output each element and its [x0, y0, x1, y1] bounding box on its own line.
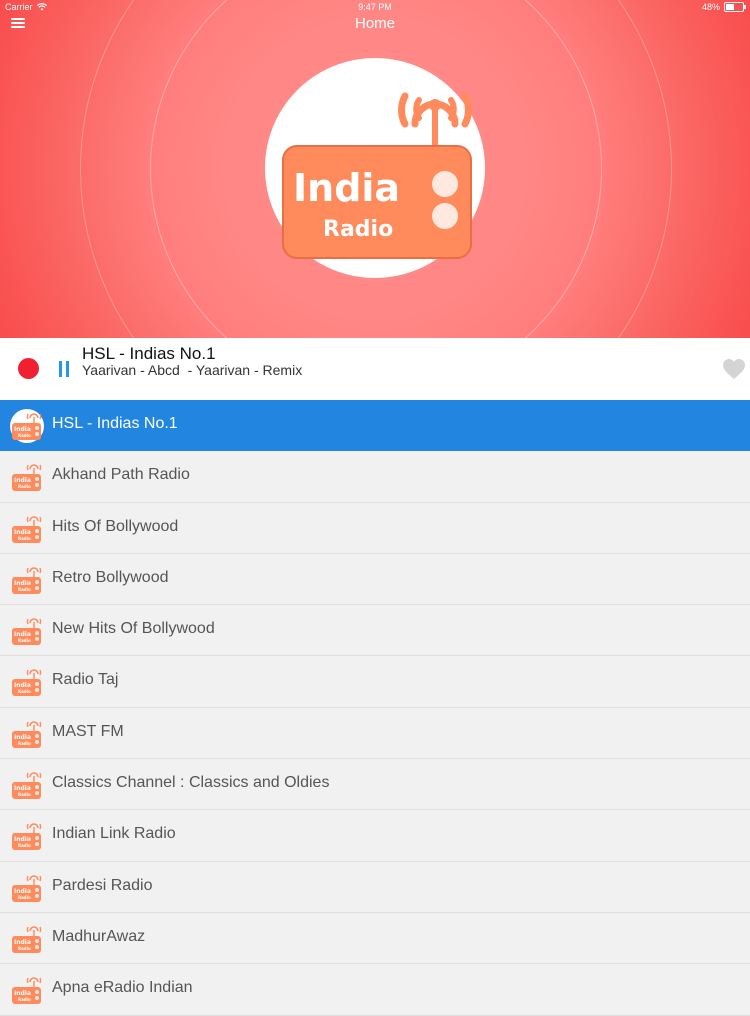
station-name: Apna eRadio Indian: [52, 979, 193, 997]
station-row[interactable]: India Radio Classics Channel : Classics …: [0, 759, 750, 811]
svg-text:Radio: Radio: [18, 895, 31, 900]
station-name: Indian Link Radio: [52, 825, 176, 843]
svg-text:India: India: [14, 426, 31, 433]
station-logo-icon: India Radio: [10, 460, 44, 494]
svg-text:India: India: [14, 888, 31, 895]
svg-text:Radio: Radio: [18, 433, 31, 438]
pause-icon[interactable]: [57, 361, 71, 377]
logo-text-radio: Radio: [323, 217, 393, 242]
svg-text:Radio: Radio: [18, 638, 31, 643]
station-row[interactable]: India Radio MAST FM: [0, 707, 750, 760]
station-logo-icon: India Radio: [10, 614, 44, 648]
svg-text:Radio: Radio: [18, 587, 31, 592]
station-logo-icon: India Radio: [10, 922, 44, 956]
heart-icon[interactable]: [722, 358, 746, 380]
battery-icon: [724, 2, 746, 12]
station-name: Retro Bollywood: [52, 568, 169, 586]
record-icon[interactable]: [18, 358, 39, 379]
now-playing-station: HSL - Indias No.1: [82, 344, 216, 363]
station-name: Hits Of Bollywood: [52, 517, 179, 535]
logo-text-india: India: [293, 166, 400, 210]
station-logo-icon: India Radio: [10, 973, 44, 1007]
station-logo-icon: India Radio: [10, 563, 44, 597]
svg-text:India: India: [14, 477, 31, 484]
svg-text:Radio: Radio: [18, 946, 31, 951]
station-row[interactable]: India Radio Hits Of Bollywood: [0, 502, 750, 554]
svg-text:India: India: [14, 682, 31, 689]
svg-text:Radio: Radio: [18, 536, 31, 541]
station-logo-icon: India Radio: [10, 768, 44, 802]
station-row[interactable]: India Radio MadhurAwaz: [0, 912, 750, 965]
svg-text:Radio: Radio: [18, 843, 31, 848]
status-bar: Carrier 9:47 PM 48%: [0, 0, 750, 14]
svg-text:Radio: Radio: [18, 741, 31, 746]
station-name: Akhand Path Radio: [52, 466, 190, 484]
station-row[interactable]: India Radio New Hits Of Bollywood: [0, 605, 750, 657]
station-row[interactable]: India Radio Apna eRadio Indian: [0, 964, 750, 1016]
station-name: MAST FM: [52, 722, 124, 740]
station-row[interactable]: India Radio Pardesi Radio: [0, 861, 750, 913]
svg-text:India: India: [14, 990, 31, 997]
page-title: Home: [354, 15, 395, 32]
station-row[interactable]: India Radio Indian Link Radio: [0, 810, 750, 862]
now-playing-track: Yaarivan - Abcd - Yaarivan - Remix: [82, 362, 303, 378]
station-row[interactable]: India Radio Radio Taj: [0, 656, 750, 708]
svg-text:India: India: [14, 939, 31, 946]
battery-fill: [726, 4, 734, 10]
station-name: Pardesi Radio: [52, 876, 153, 894]
station-name: Classics Channel : Classics and Oldies: [52, 774, 330, 792]
svg-text:India: India: [14, 580, 31, 587]
battery-percent: 48%: [701, 2, 720, 12]
station-name: MadhurAwaz: [52, 927, 146, 945]
station-logo-icon: India Radio: [10, 512, 44, 546]
svg-text:India: India: [14, 529, 31, 536]
station-row[interactable]: India Radio Akhand Path Radio: [0, 451, 750, 503]
svg-text:Radio: Radio: [18, 689, 31, 694]
station-name: HSL - Indias No.1: [52, 415, 178, 432]
svg-text:India: India: [14, 734, 31, 741]
station-row[interactable]: India Radio HSL - Indias No.1: [0, 400, 750, 452]
svg-text:India: India: [14, 785, 31, 792]
india-radio-logo: India Radio: [282, 92, 472, 259]
station-logo-icon: India Radio: [10, 871, 44, 905]
svg-text:India: India: [14, 631, 31, 638]
station-name: New Hits Of Bollywood: [52, 620, 215, 638]
station-logo-icon: India Radio: [10, 665, 44, 699]
svg-text:Radio: Radio: [18, 484, 31, 489]
station-logo-icon: India Radio: [10, 717, 44, 751]
station-logo-icon: India Radio: [10, 819, 44, 853]
svg-text:India: India: [14, 836, 31, 843]
station-logo-icon: India Radio: [10, 409, 44, 443]
station-row[interactable]: India Radio Retro Bollywood: [0, 553, 750, 606]
svg-text:Radio: Radio: [18, 792, 31, 797]
station-name: Radio Taj: [52, 671, 119, 689]
status-time: 9:47 PM: [358, 2, 392, 12]
station-list: India Radio HSL - Indias No.1 India Radi…: [0, 400, 750, 1016]
status-right: 48%: [701, 2, 746, 12]
